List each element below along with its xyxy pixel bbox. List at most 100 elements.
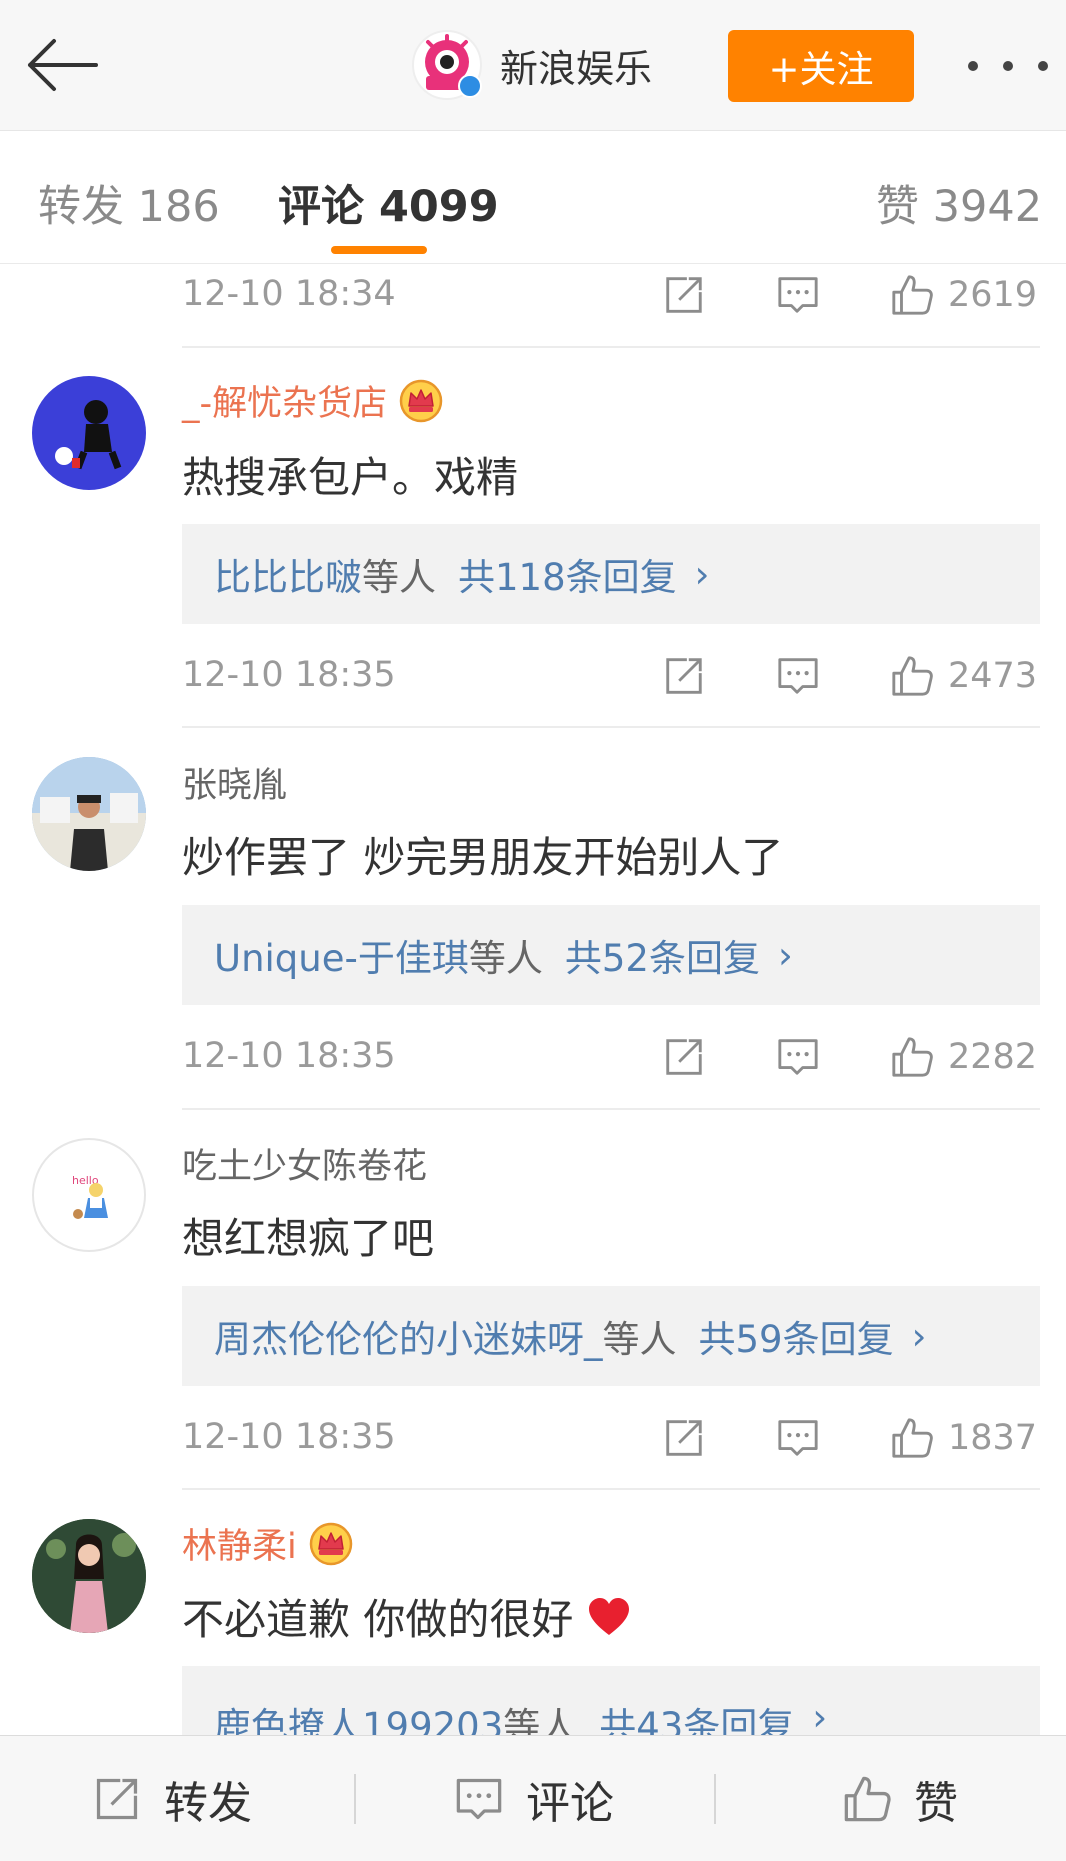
comment-username[interactable]: 林静柔i bbox=[182, 1518, 353, 1569]
heart-emoji-icon bbox=[589, 1597, 630, 1635]
comment-text: 不必道歉 你做的很好 bbox=[182, 1586, 631, 1647]
share-icon bbox=[662, 654, 706, 698]
avatar-cartoon-icon: hello bbox=[72, 1174, 108, 1219]
comment-meta-row: 12-10 18:35 2282 bbox=[182, 1028, 1040, 1088]
like-count: 2619 bbox=[948, 275, 1038, 315]
like-count: 1837 bbox=[948, 1418, 1038, 1458]
more-dot-icon bbox=[1038, 61, 1048, 71]
chevron-right-icon: › bbox=[812, 1696, 828, 1735]
comment-label: 评论 bbox=[526, 1778, 614, 1829]
comment-button[interactable]: 评论 bbox=[454, 1736, 614, 1861]
reply-summary[interactable]: 周杰伦伦伦的小迷妹呀_ 等人 共59条回复 › bbox=[182, 1286, 1040, 1386]
like-comment-button[interactable]: 2619 bbox=[890, 270, 1037, 320]
user-avatar[interactable] bbox=[32, 757, 146, 871]
reply-user-names[interactable]: 比比比啵 bbox=[214, 547, 362, 601]
reply-summary[interactable]: 比比比啵 等人 共118条回复 › bbox=[182, 524, 1040, 624]
share-icon bbox=[92, 1774, 142, 1824]
chevron-right-icon: › bbox=[911, 1314, 927, 1358]
reply-suffix: 等人 bbox=[602, 1318, 677, 1361]
back-arrow-icon bbox=[28, 39, 98, 91]
reply-comment-button[interactable] bbox=[776, 1032, 820, 1082]
repost-label: 转发 bbox=[164, 1778, 252, 1829]
verified-badge-icon bbox=[458, 74, 482, 98]
reply-comment-button[interactable] bbox=[776, 1413, 820, 1463]
more-dot-icon bbox=[968, 61, 978, 71]
thumbs-up-icon bbox=[842, 1774, 892, 1824]
reply-user-names[interactable]: 周杰伦伦伦的小迷妹呀_ bbox=[214, 1309, 603, 1363]
tab-likes[interactable]: 赞 3942 bbox=[876, 172, 1042, 234]
more-button[interactable] bbox=[968, 48, 1048, 84]
like-count: 2282 bbox=[948, 1037, 1038, 1077]
account-name[interactable]: 新浪娱乐 bbox=[500, 38, 652, 93]
reply-comment-button[interactable] bbox=[776, 651, 820, 701]
avatar-photo-icon bbox=[32, 1519, 146, 1633]
share-icon bbox=[662, 273, 706, 317]
reply-user-names[interactable]: 鹿色撩人199203 bbox=[214, 1696, 503, 1735]
repost-button[interactable]: 转发 bbox=[92, 1736, 252, 1861]
comment-divider bbox=[182, 346, 1040, 348]
reply-total[interactable]: 共59条回复 bbox=[699, 1309, 894, 1363]
like-label: 赞 bbox=[914, 1778, 958, 1829]
repost-comment-button[interactable] bbox=[662, 1413, 706, 1463]
comment-text: 想红想疯了吧 bbox=[182, 1214, 435, 1263]
comment-icon bbox=[776, 273, 820, 317]
reply-suffix: 等人 bbox=[468, 937, 543, 980]
tab-comments[interactable]: 评论 4099 bbox=[278, 172, 499, 234]
comment-divider bbox=[182, 1488, 1040, 1490]
reply-total[interactable]: 共118条回复 bbox=[458, 547, 677, 601]
thumbs-up-icon bbox=[890, 1416, 934, 1460]
like-comment-button[interactable]: 1837 bbox=[890, 1413, 1037, 1463]
repost-comment-button[interactable] bbox=[662, 270, 706, 320]
vip-crown-icon bbox=[309, 1522, 353, 1566]
user-avatar[interactable] bbox=[32, 376, 146, 490]
account-header[interactable]: 新浪娱乐 bbox=[412, 30, 652, 100]
reply-summary[interactable]: Unique-于佳琪 等人 共52条回复 › bbox=[182, 905, 1040, 1005]
comment-username[interactable]: 张晓胤 bbox=[182, 757, 287, 808]
comment-timestamp: 12-10 18:35 bbox=[182, 655, 396, 695]
reply-total[interactable]: 共52条回复 bbox=[565, 928, 760, 982]
reply-comment-button[interactable] bbox=[776, 270, 820, 320]
avatar-photo-icon bbox=[32, 757, 146, 871]
like-comment-button[interactable]: 2282 bbox=[890, 1032, 1037, 1082]
back-button[interactable] bbox=[22, 30, 102, 100]
tab-repost[interactable]: 转发 186 bbox=[38, 172, 220, 234]
user-avatar[interactable] bbox=[32, 1519, 146, 1633]
like-comment-button[interactable]: 2473 bbox=[890, 651, 1037, 701]
reply-suffix: 等人 bbox=[503, 1705, 578, 1735]
thumbs-up-icon bbox=[890, 654, 934, 698]
comment-username[interactable]: _-解忧杂货店 bbox=[182, 375, 443, 426]
chevron-right-icon: › bbox=[694, 552, 710, 596]
reply-summary[interactable]: 鹿色撩人199203 等人 共43条回复 › bbox=[182, 1666, 1040, 1735]
like-count: 2473 bbox=[948, 656, 1038, 696]
repost-comment-button[interactable] bbox=[662, 651, 706, 701]
bottom-separator bbox=[354, 1774, 356, 1824]
comment-meta-row: 12-10 18:34 2619 bbox=[182, 266, 1040, 326]
like-button[interactable]: 赞 bbox=[842, 1736, 958, 1861]
user-avatar[interactable]: hello bbox=[32, 1138, 146, 1252]
reply-total[interactable]: 共43条回复 bbox=[599, 1696, 794, 1735]
comment-icon bbox=[776, 1416, 820, 1460]
follow-button[interactable]: +关注 bbox=[728, 30, 914, 102]
comment-icon bbox=[454, 1774, 504, 1824]
comment-username[interactable]: 吃土少女陈卷花 bbox=[182, 1138, 427, 1189]
comment-timestamp: 12-10 18:35 bbox=[182, 1036, 396, 1076]
share-icon bbox=[662, 1035, 706, 1079]
bottom-separator bbox=[714, 1774, 716, 1824]
comment-divider bbox=[182, 726, 1040, 728]
reply-user-names[interactable]: Unique-于佳琪 bbox=[214, 928, 469, 982]
thumbs-up-icon bbox=[890, 273, 934, 317]
repost-comment-button[interactable] bbox=[662, 1032, 706, 1082]
comment-meta-row: 12-10 18:35 2473 bbox=[182, 647, 1040, 707]
tab-bar: 转发 186 评论 4099 赞 3942 bbox=[0, 132, 1066, 264]
active-tab-indicator bbox=[331, 246, 427, 254]
comment-meta-row: 12-10 18:35 1837 bbox=[182, 1409, 1040, 1469]
comment-divider bbox=[182, 1108, 1040, 1110]
sina-ent-logo-avatar[interactable] bbox=[412, 30, 482, 100]
thumbs-up-icon bbox=[890, 1035, 934, 1079]
reply-suffix: 等人 bbox=[362, 556, 436, 599]
top-navigation-bar: 新浪娱乐 +关注 bbox=[0, 0, 1066, 131]
chevron-right-icon: › bbox=[777, 933, 793, 977]
comment-text: 炒作罢了 炒完男朋友开始别人了 bbox=[182, 833, 784, 882]
bottom-action-bar: 转发 评论 赞 bbox=[0, 1735, 1066, 1861]
comment-icon bbox=[776, 654, 820, 698]
